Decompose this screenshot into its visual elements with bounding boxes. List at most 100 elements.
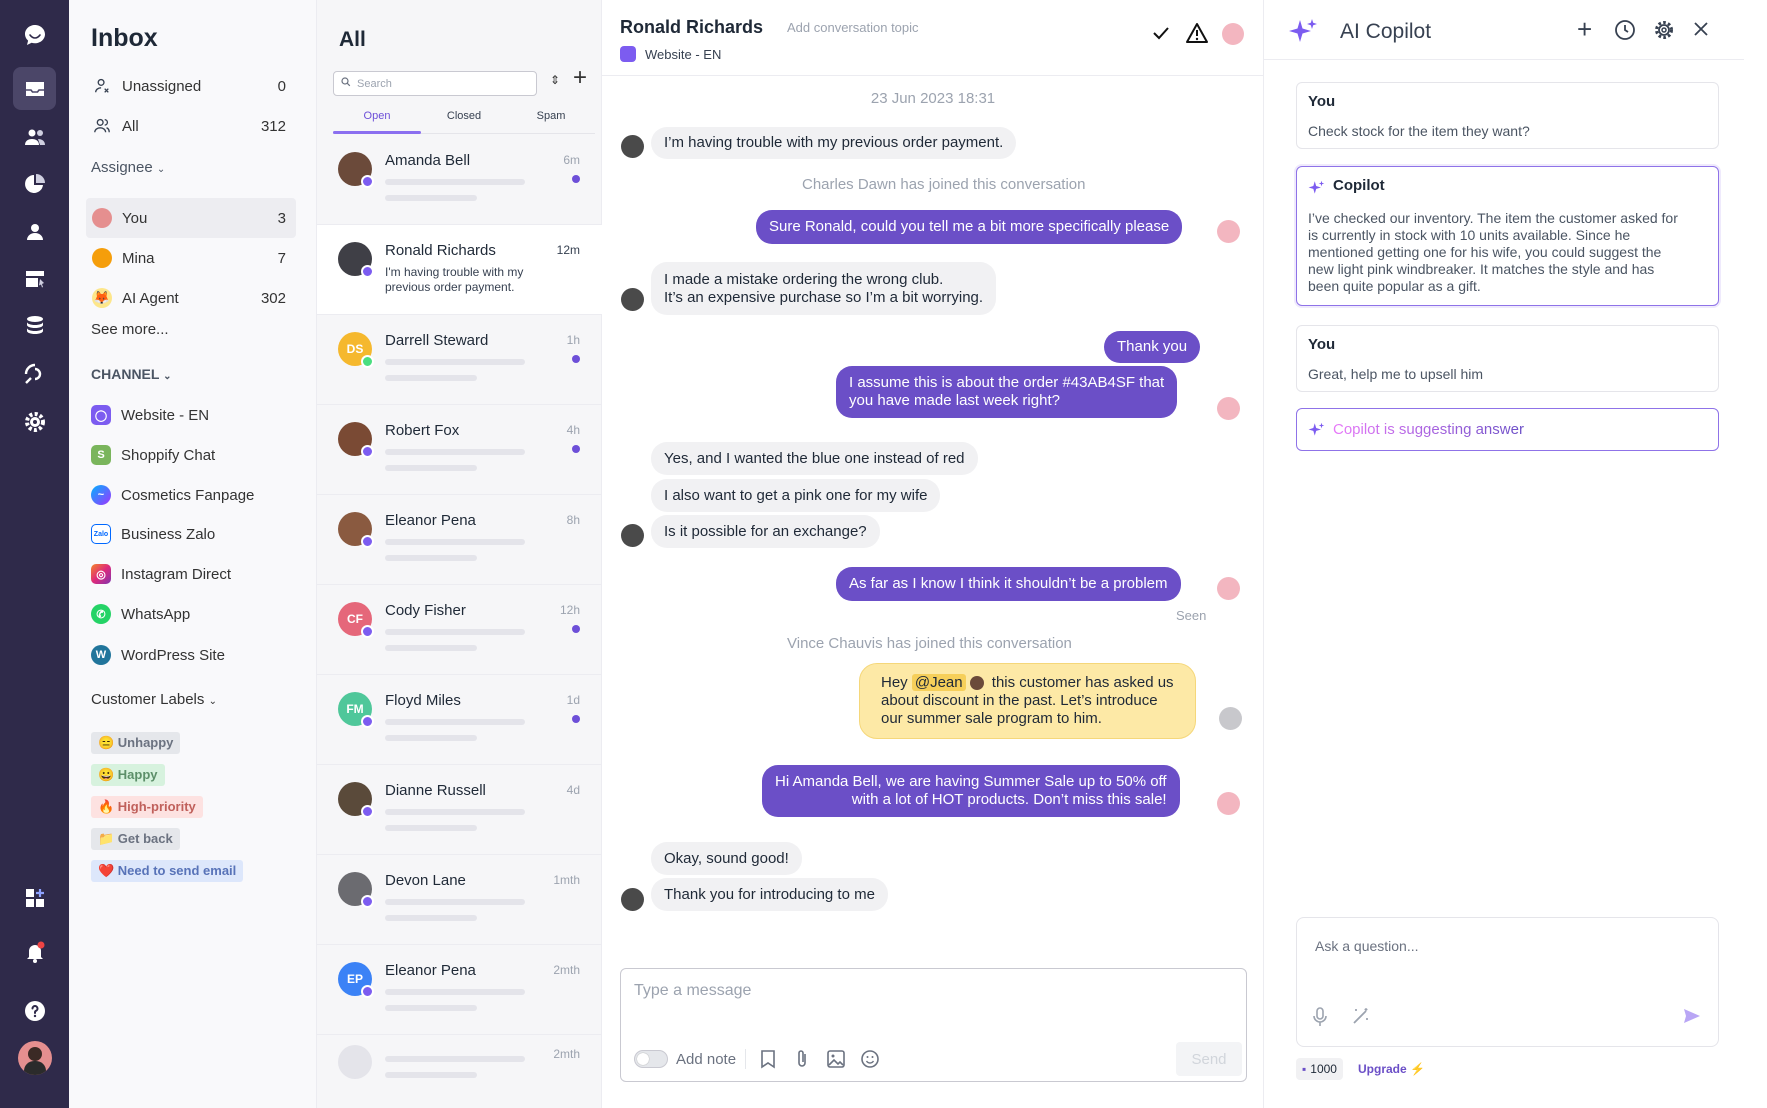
search-input[interactable]: Search (333, 71, 537, 96)
message-composer[interactable]: Type a message Add note Send (620, 968, 1247, 1082)
channel-shopify[interactable]: S Shoppify Chat (91, 443, 215, 467)
conversation-item[interactable]: Dianne Russell 4d (317, 765, 602, 855)
tab-open[interactable]: Open (333, 110, 421, 122)
inbox-row-all[interactable]: All 312 (86, 106, 296, 146)
magic-wand-icon[interactable] (1351, 1006, 1371, 1031)
conversation-item[interactable]: Robert Fox 4h (317, 405, 602, 495)
card-line: I’ve checked our inventory. The item the… (1308, 210, 1678, 226)
assignee-header[interactable]: Assignee ⌄ (91, 159, 165, 176)
attachment-paperclip-icon[interactable] (793, 1049, 811, 1074)
new-conversation-plus-icon[interactable]: + (573, 66, 587, 90)
label-get-back[interactable]: 📁 Get back (91, 828, 180, 850)
assignee-count: 7 (277, 249, 286, 267)
label-need-to-send-email[interactable]: ❤️ Need to send email (91, 860, 244, 882)
divider (1264, 59, 1744, 60)
label-unhappy[interactable]: 😑 Unhappy (91, 732, 181, 754)
history-clock-icon[interactable] (1614, 19, 1636, 46)
sort-icon[interactable]: ⇕ (550, 73, 560, 87)
wordpress-icon: W (91, 645, 111, 665)
assignee-label: AI Agent (122, 289, 179, 307)
image-icon[interactable] (826, 1049, 846, 1074)
resolve-check-icon[interactable] (1150, 22, 1172, 49)
conversation-item[interactable]: Amanda Bell 6m (317, 135, 602, 225)
conversation-item[interactable]: Eleanor Pena 8h (317, 495, 602, 585)
ask-question-input[interactable]: Ask a question... (1296, 917, 1719, 1047)
contact-name: Dianne Russell (385, 782, 486, 799)
conversation-item[interactable]: Devon Lane 1mth (317, 855, 602, 945)
emoji-smile-icon[interactable] (860, 1049, 880, 1074)
contact-name: Ronald Richards (385, 242, 496, 259)
preview-placeholder (385, 1005, 477, 1011)
send-button[interactable]: Send (1176, 1042, 1242, 1076)
conversation-item[interactable]: Ronald Richards 12m I'm having trouble w… (317, 225, 602, 315)
agents-nav-icon[interactable] (13, 209, 56, 252)
assignee-you[interactable]: You 3 (86, 198, 296, 238)
channel-wordpress[interactable]: W WordPress Site (91, 643, 225, 667)
bookmark-icon[interactable] (759, 1049, 777, 1074)
unread-dot (572, 625, 580, 633)
system-message: Charles Dawn has joined this conversatio… (802, 176, 1086, 193)
channel-instagram[interactable]: ◎ Instagram Direct (91, 562, 231, 586)
support-nav-icon[interactable] (13, 352, 56, 395)
channel-website[interactable]: ◯ Website - EN (91, 403, 209, 427)
preview-placeholder (385, 899, 525, 905)
microphone-icon[interactable] (1311, 1006, 1329, 1033)
tab-closed[interactable]: Closed (420, 110, 508, 122)
message-incoming: Is it possible for an exchange? (651, 515, 880, 548)
chat-logo-icon[interactable] (13, 13, 56, 56)
add-note-toggle[interactable] (634, 1050, 668, 1068)
help-icon[interactable] (13, 989, 56, 1032)
label-happy[interactable]: 😀 Happy (91, 764, 165, 786)
chevron-down-icon: ⌄ (163, 371, 172, 382)
customer-labels-label: Customer Labels (91, 691, 205, 708)
conversation-time: 1mth (553, 873, 580, 887)
preview-placeholder (385, 645, 477, 651)
chat-contact-name: Ronald Richards (620, 17, 764, 37)
assignee-mina[interactable]: Mina 7 (86, 238, 296, 278)
conversation-item-placeholder[interactable]: 2mth (317, 1035, 602, 1108)
database-nav-icon[interactable] (13, 304, 56, 347)
tab-spam[interactable]: Spam (507, 110, 595, 122)
upgrade-link[interactable]: Upgrade ⚡ (1358, 1062, 1425, 1076)
mention-tag[interactable]: @Jean (911, 674, 966, 691)
send-arrow-icon[interactable] (1682, 1006, 1702, 1031)
contact-name: Cody Fisher (385, 602, 466, 619)
reports-nav-icon[interactable] (13, 162, 56, 205)
message-incoming: Thank you for introducing to me (651, 878, 888, 911)
new-chat-plus-icon[interactable]: + (1577, 16, 1592, 42)
contacts-nav-icon[interactable] (13, 115, 56, 158)
preview-placeholder (385, 465, 477, 471)
apps-nav-icon[interactable] (13, 876, 56, 919)
contact-name: Robert Fox (385, 422, 460, 439)
conversation-item[interactable]: FM Floyd Miles 1d (317, 675, 602, 765)
inbox-nav-icon[interactable] (13, 67, 56, 110)
channel-messenger[interactable]: ~ Cosmetics Fanpage (91, 483, 254, 507)
campaigns-nav-icon[interactable] (13, 257, 56, 300)
warning-triangle-icon[interactable] (1185, 22, 1209, 49)
instagram-icon: ◎ (91, 564, 111, 584)
add-note-label: Add note (676, 1051, 737, 1068)
customer-labels-header[interactable]: Customer Labels ⌄ (91, 691, 217, 708)
notifications-bell-icon[interactable] (13, 930, 56, 973)
conversation-item[interactable]: EP Eleanor Pena 2mth (317, 945, 602, 1035)
label-high-priority[interactable]: 🔥 High-priority (91, 796, 203, 818)
conversation-item[interactable]: CF Cody Fisher 12h (317, 585, 602, 675)
settings-gear-icon[interactable] (1653, 19, 1675, 46)
settings-nav-icon[interactable] (13, 400, 56, 443)
channel-zalo[interactable]: Zalo Business Zalo (91, 522, 215, 546)
channel-whatsapp[interactable]: ✆ WhatsApp (91, 602, 190, 626)
customer-avatar (621, 288, 644, 311)
inbox-row-unassigned[interactable]: Unassigned 0 (86, 66, 296, 106)
assignee-ai-agent[interactable]: 🦊 AI Agent 302 (86, 278, 296, 318)
inbox-panel: Inbox Unassigned 0 All 312 Assignee ⌄ Yo… (69, 0, 317, 1108)
divider (602, 75, 1264, 76)
copilot-answer-card[interactable]: Copilot I’ve checked our inventory. The … (1296, 166, 1719, 306)
assigned-agent-avatar[interactable] (1222, 23, 1244, 45)
user-avatar[interactable] (18, 1041, 52, 1075)
add-topic-link[interactable]: Add conversation topic (787, 20, 919, 35)
conversation-time: 12h (559, 603, 580, 617)
channel-header[interactable]: CHANNEL ⌄ (91, 366, 171, 382)
see-more-link[interactable]: See more... (91, 321, 169, 338)
conversation-item[interactable]: DS Darrell Steward 1h (317, 315, 602, 405)
close-icon[interactable] (1692, 20, 1710, 43)
